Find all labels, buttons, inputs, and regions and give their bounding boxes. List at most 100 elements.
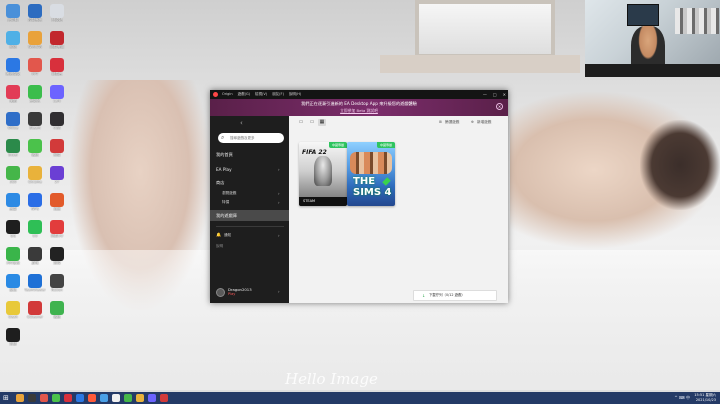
game-tile-sims4[interactable]: THE SIMS 4 中國專屬 [347, 142, 395, 206]
sidebar-item-notifications[interactable]: 通知 [224, 233, 231, 238]
desktop-icon[interactable]: 百度 [46, 193, 68, 211]
desktop-icon-label: Lark [53, 99, 61, 103]
taskbar-app-icon[interactable] [112, 394, 120, 402]
desktop-icon[interactable]: 迅雷 [2, 193, 24, 211]
taskbar-app-icon[interactable] [28, 394, 36, 402]
close-window-button[interactable]: ✕ [503, 91, 506, 98]
taskbar-app-icon[interactable] [88, 394, 96, 402]
desktop-icon[interactable]: 微信 [46, 301, 68, 319]
sidebar-item-deals[interactable]: 特價 [222, 200, 229, 205]
desktop-icon-label: PPT [31, 72, 39, 76]
taskbar-app-icon[interactable] [160, 394, 168, 402]
banner-close-icon[interactable]: × [496, 103, 503, 110]
taskbar-app-icon[interactable] [40, 394, 48, 402]
taskbar-app-icon[interactable] [136, 394, 144, 402]
desktop-icon[interactable]: Office [2, 112, 24, 130]
view-large-grid-icon[interactable]: ▭ [297, 119, 305, 126]
system-tray[interactable]: ^ ⌨ 中 [674, 394, 690, 402]
desktop-icon[interactable]: 此电脑 [2, 4, 24, 22]
app-icon [50, 220, 64, 234]
sidebar-item-browse[interactable]: 瀏覽遊戲 [222, 191, 236, 196]
menu-help[interactable]: 說明(H) [289, 91, 301, 98]
desktop-icon[interactable]: TeamViewer [24, 274, 46, 292]
desktop-icon[interactable]: 优酷 [2, 85, 24, 103]
minimize-button[interactable]: — [483, 91, 487, 98]
desktop-icon[interactable]: 网易UU [46, 220, 68, 238]
desktop-icon[interactable]: 剪映 [46, 247, 68, 265]
sidebar-item-help[interactable]: 說明 [216, 244, 223, 249]
desktop-icon[interactable]: WPS [24, 193, 46, 211]
desktop-icon[interactable]: WinRAR [24, 31, 46, 49]
taskbar-app-icon[interactable] [76, 394, 84, 402]
maximize-button[interactable]: □ [493, 91, 497, 98]
desktop-icon[interactable]: Clash [2, 301, 24, 319]
desktop-icon[interactable]: 网络 [2, 31, 24, 49]
sidebar-item-library[interactable]: 我的遊戲庫 [216, 213, 237, 219]
desktop-icon-label: 微信 [31, 153, 39, 157]
taskbar-clock[interactable]: 15:51 星期六 2021/10/23 [694, 393, 716, 403]
view-small-grid-icon[interactable]: ▦ [318, 119, 326, 126]
game-tile-fifa22[interactable]: FIFA 22 中國專屬 STEAM [299, 142, 347, 206]
menu-view[interactable]: 檢視(V) [255, 91, 267, 98]
desktop-icon[interactable]: 腾讯会议 [2, 58, 24, 76]
desktop-icon[interactable]: CCleaner [24, 301, 46, 319]
sidebar-item-ea-play[interactable]: EA Play [216, 167, 232, 172]
desktop-icon[interactable]: Notion [46, 274, 68, 292]
app-icon [28, 139, 42, 153]
sidebar-divider [216, 226, 284, 227]
chevron-right-icon: › [278, 167, 280, 172]
desktop-icon[interactable]: 剪辑 [2, 328, 24, 346]
app-icon [6, 193, 20, 207]
desktop-icon[interactable]: 驱动 [2, 274, 24, 292]
desktop-icon[interactable]: QQ [2, 220, 24, 238]
user-profile[interactable]: Dragon2013 Play › [216, 286, 288, 300]
webcam-desk [585, 64, 720, 77]
taskbar-app-icon[interactable] [100, 394, 108, 402]
desktop-icon[interactable]: 爱奇艺 [24, 85, 46, 103]
desktop-icon[interactable]: Chrome [24, 166, 46, 184]
desktop-icon[interactable]: 网易有道 [46, 31, 68, 49]
desktop-icon[interactable]: 回收站 [46, 4, 68, 22]
menu-games[interactable]: 遊戲(G) [238, 91, 250, 98]
desktop-icon-label: Notion [51, 288, 63, 292]
taskbar-app-icon[interactable] [16, 394, 24, 402]
desktop-icon-label: Excel [8, 153, 18, 157]
desktop-icon[interactable]: 网易 [46, 139, 68, 157]
desktop-icon[interactable]: PPT [24, 58, 46, 76]
filter-games-button[interactable]: 篩選遊戲 [445, 119, 459, 126]
menu-friends[interactable]: 朋友(F) [272, 91, 284, 98]
desktop-icon[interactable]: UU [24, 220, 46, 238]
desktop-icon[interactable]: 360安全 [2, 247, 24, 265]
desktop-icon[interactable]: Excel [2, 139, 24, 157]
taskbar-app-icon[interactable] [148, 394, 156, 402]
app-icon [50, 139, 64, 153]
start-button-icon[interactable]: ⊞ [3, 394, 9, 402]
desktop-icon[interactable]: 微信 [24, 139, 46, 157]
desktop-icon[interactable]: 360 [2, 166, 24, 184]
desktop-icon[interactable]: 游戏 [24, 247, 46, 265]
download-queue-button[interactable]: ↓ 下載佇列（0/12 遊戲） [413, 290, 497, 301]
sidebar-item-store[interactable]: 商店 [216, 180, 224, 186]
search-input[interactable]: ⌕ 搜尋遊戲及更多 [218, 133, 284, 143]
menu-origin[interactable]: Origin [222, 91, 233, 98]
desktop-icon[interactable]: OBS [46, 112, 68, 130]
banner-beta-link[interactable]: 立即參加 Beta 測試吧 [210, 108, 508, 114]
taskbar-app-icon[interactable] [124, 394, 132, 402]
sidebar-item-home[interactable]: 我的首頁 [216, 152, 233, 158]
game-title-fifa22: FIFA 22 [302, 149, 327, 156]
taskbar-app-icon[interactable] [64, 394, 72, 402]
exclusive-badge: 中國專屬 [328, 142, 347, 148]
desktop-icon[interactable]: Lark [46, 85, 68, 103]
app-icon [28, 247, 42, 261]
download-queue-text: 下載佇列（0/12 遊戲） [429, 293, 465, 297]
desktop-icon[interactable]: 网易云 [46, 58, 68, 76]
taskbar-app-icon[interactable] [52, 394, 60, 402]
desktop-icon[interactable]: 27 [46, 166, 68, 184]
desktop-icon[interactable]: 控制面板 [24, 4, 46, 22]
app-icon [28, 193, 42, 207]
add-game-button[interactable]: 新增遊戲 [477, 119, 491, 126]
view-medium-grid-icon[interactable]: ▭ [308, 119, 316, 126]
desktop-icon[interactable]: Steam [24, 112, 46, 130]
back-arrow-icon[interactable]: ‹ [240, 119, 243, 127]
menu-bar: Origin 遊戲(G) 檢視(V) 朋友(F) 說明(H) [222, 91, 301, 98]
